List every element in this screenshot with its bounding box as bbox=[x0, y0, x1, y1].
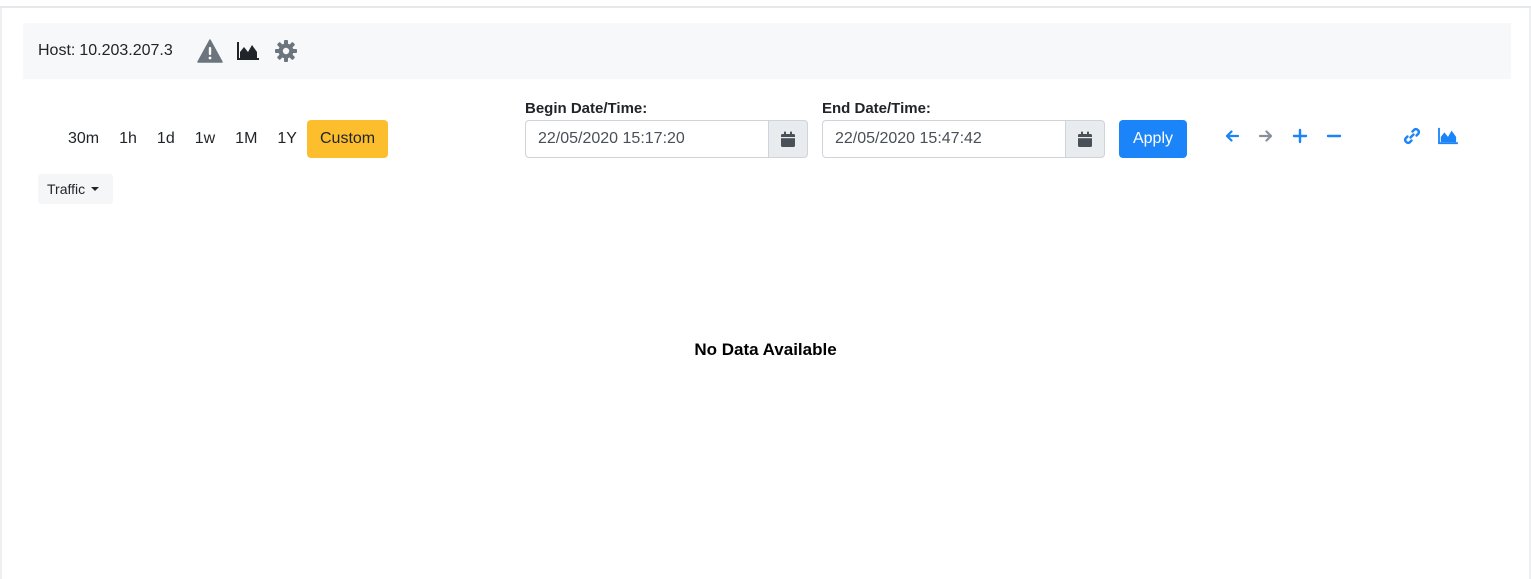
host-prefix: Host: bbox=[38, 42, 76, 59]
range-button-1h[interactable]: 1h bbox=[109, 120, 147, 158]
end-datetime-group: End Date/Time: bbox=[822, 100, 1105, 158]
range-button-1d[interactable]: 1d bbox=[147, 120, 185, 158]
range-button-30m[interactable]: 30m bbox=[58, 120, 109, 158]
arrow-left-icon[interactable] bbox=[1221, 125, 1243, 147]
caret-down-icon bbox=[91, 187, 100, 191]
range-button-1M[interactable]: 1M bbox=[225, 120, 267, 158]
area-chart-icon[interactable] bbox=[1437, 125, 1459, 147]
begin-datetime-label: Begin Date/Time: bbox=[525, 100, 648, 117]
time-range-selector: 30m 1h 1d 1w 1M 1Y Custom bbox=[58, 120, 389, 158]
calendar-icon bbox=[1078, 131, 1092, 147]
link-icon[interactable] bbox=[1401, 125, 1423, 147]
empty-state-message: No Data Available bbox=[694, 340, 837, 359]
end-datetime-input[interactable] bbox=[822, 120, 1065, 158]
zoom-out-minus-icon[interactable] bbox=[1323, 125, 1345, 147]
calendar-icon bbox=[781, 131, 795, 147]
metric-dropdown-label: Traffic bbox=[47, 181, 86, 197]
begin-datetime-group: Begin Date/Time: bbox=[525, 100, 808, 158]
apply-button[interactable]: Apply bbox=[1119, 120, 1187, 158]
begin-calendar-button[interactable] bbox=[768, 120, 808, 158]
zoom-in-plus-icon[interactable] bbox=[1289, 125, 1311, 147]
end-calendar-button[interactable] bbox=[1065, 120, 1105, 158]
host-label: Host: 10.203.207.3 bbox=[38, 42, 173, 60]
warning-icon[interactable] bbox=[197, 38, 223, 64]
chart-tools bbox=[1401, 125, 1459, 147]
top-divider bbox=[0, 0, 1531, 8]
time-nav-controls bbox=[1221, 125, 1345, 147]
arrow-right-icon[interactable] bbox=[1255, 125, 1277, 147]
host-bar: Host: 10.203.207.3 bbox=[23, 23, 1511, 79]
host-address: 10.203.207.3 bbox=[79, 42, 173, 59]
range-button-custom[interactable]: Custom bbox=[306, 120, 389, 158]
gear-icon[interactable] bbox=[273, 38, 299, 64]
area-chart-icon[interactable] bbox=[235, 38, 261, 64]
range-button-1w[interactable]: 1w bbox=[185, 120, 225, 158]
end-datetime-label: End Date/Time: bbox=[822, 100, 931, 117]
left-edge bbox=[0, 8, 2, 579]
host-icons bbox=[197, 38, 299, 64]
range-button-1Y[interactable]: 1Y bbox=[267, 120, 307, 158]
metric-dropdown[interactable]: Traffic bbox=[38, 174, 113, 204]
begin-datetime-input[interactable] bbox=[525, 120, 768, 158]
